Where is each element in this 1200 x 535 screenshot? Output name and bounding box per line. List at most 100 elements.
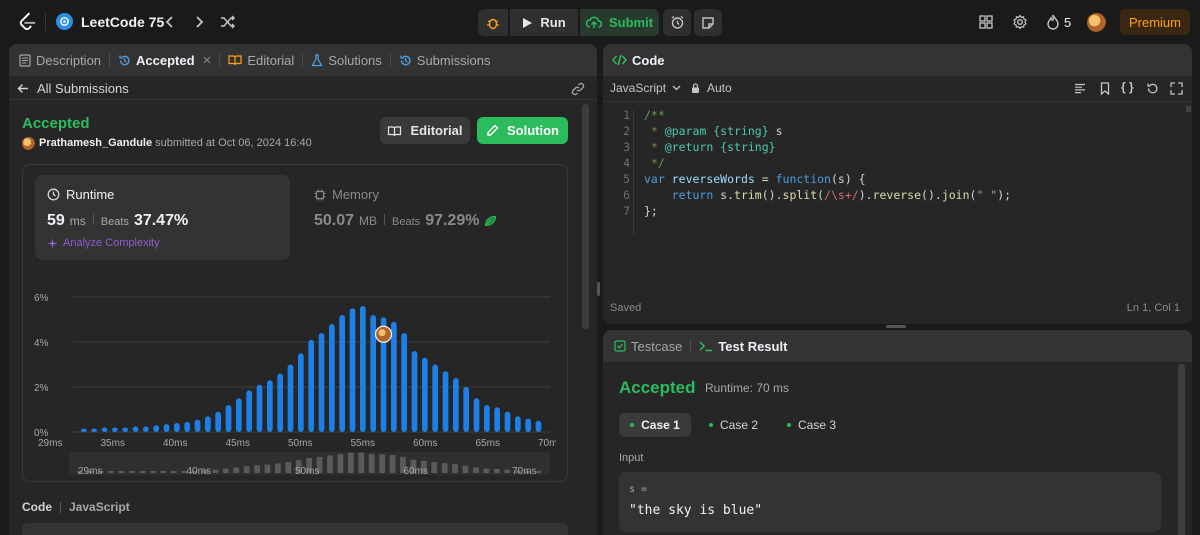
editorial-button[interactable]: Editorial	[380, 117, 470, 144]
runtime-beats: 37.47%	[133, 212, 189, 229]
histogram-bar[interactable]	[153, 425, 160, 432]
histogram-bar[interactable]	[308, 339, 315, 432]
histogram-bar[interactable]	[411, 351, 418, 432]
input-box	[619, 472, 1161, 532]
navigator-tick-label: 70ms	[512, 466, 536, 477]
run-button[interactable]: Run	[510, 9, 578, 36]
language-select[interactable]: JavaScript	[610, 81, 681, 95]
histogram-bar[interactable]	[91, 428, 98, 432]
user-avatar[interactable]	[22, 137, 35, 150]
case-2-tab[interactable]: Case 2	[709, 413, 769, 437]
histogram-bar[interactable]	[515, 416, 521, 432]
notes-button[interactable]	[694, 9, 722, 36]
histogram-bar[interactable]	[246, 390, 253, 432]
editor-scrollbar[interactable]	[1186, 106, 1191, 112]
submit-button[interactable]: Submit	[580, 9, 659, 36]
study-plan-title[interactable]: LeetCode 75	[81, 14, 164, 30]
random-question-button[interactable]	[217, 11, 239, 33]
username-link[interactable]: Prathamesh_Gandule	[39, 137, 152, 149]
histogram-bar[interactable]	[205, 416, 211, 432]
histogram-bar[interactable]	[225, 405, 232, 432]
settings-button[interactable]	[1011, 13, 1029, 31]
case-3-tab[interactable]: Case 3	[787, 413, 847, 437]
histogram-bar[interactable]	[194, 419, 201, 432]
histogram-bar[interactable]	[329, 324, 335, 432]
premium-button[interactable]: Premium	[1120, 9, 1190, 35]
histogram-bar[interactable]	[287, 364, 294, 433]
histogram-bar[interactable]	[484, 405, 490, 432]
histogram-bar[interactable]	[401, 333, 408, 432]
analyze-complexity-link[interactable]: Analyze Complexity	[47, 237, 160, 249]
layout-button[interactable]	[977, 13, 995, 31]
histogram-bar[interactable]	[463, 387, 470, 432]
histogram-bar[interactable]	[494, 407, 501, 432]
left-panel-scrollbar[interactable]	[582, 104, 589, 329]
histogram-bar[interactable]	[267, 380, 273, 432]
tab-test-result[interactable]: Test Result	[699, 339, 787, 354]
histogram-bar[interactable]	[360, 306, 366, 432]
tab-description[interactable]: Description	[19, 53, 101, 68]
tab-testcase[interactable]: Testcase	[614, 339, 682, 354]
vertical-resize-handle[interactable]	[597, 282, 600, 296]
histogram-bar[interactable]	[422, 357, 428, 432]
histogram-bar[interactable]	[442, 371, 449, 432]
autocomplete-mode[interactable]: Auto	[691, 81, 732, 95]
bookmark-icon[interactable]	[1100, 82, 1110, 95]
fullscreen-icon[interactable]	[1170, 82, 1183, 95]
case-1-tab[interactable]: Case 1	[619, 413, 691, 437]
timer-button[interactable]	[663, 9, 691, 36]
histogram-bar[interactable]	[391, 321, 397, 432]
close-icon[interactable]: ×	[203, 52, 212, 69]
tab-submissions[interactable]: Submissions	[399, 53, 490, 68]
tab-accepted[interactable]: Accepted ×	[118, 52, 211, 69]
tab-solutions[interactable]: Solutions	[311, 53, 382, 68]
histogram-bar[interactable]	[349, 308, 356, 432]
histogram-bar[interactable]	[504, 411, 511, 432]
histogram-bar[interactable]	[163, 424, 170, 432]
navigator-bar	[379, 454, 385, 473]
code-tab[interactable]: Code	[612, 53, 665, 68]
user-avatar[interactable]	[1087, 13, 1106, 32]
input-value: "the sky is blue"	[629, 503, 763, 518]
histogram-bar[interactable]	[432, 364, 439, 433]
study-plan-icon[interactable]	[56, 13, 73, 30]
histogram-bar[interactable]	[318, 333, 325, 432]
histogram-bar[interactable]	[236, 398, 242, 432]
histogram-bar[interactable]	[143, 426, 149, 432]
braces-icon[interactable]: { }	[1121, 80, 1134, 94]
histogram-bar[interactable]	[184, 421, 191, 432]
histogram-bar[interactable]	[339, 315, 346, 432]
histogram-bar[interactable]	[277, 373, 284, 433]
format-icon[interactable]	[1074, 83, 1086, 94]
chip-icon	[314, 189, 326, 200]
histogram-bar[interactable]	[112, 427, 118, 433]
histogram-bar[interactable]	[525, 418, 532, 433]
all-submissions-link[interactable]: All Submissions	[17, 81, 129, 96]
streak-button[interactable]	[1044, 13, 1062, 31]
case-label: Case 1	[641, 418, 680, 432]
leetcode-logo-icon[interactable]	[16, 11, 38, 33]
runtime-distribution-chart[interactable]: 0%2%4%6%29ms 35ms 40ms 45ms 50ms 55ms 60ms 65ms…	[26, 268, 556, 478]
horizontal-resize-handle[interactable]	[886, 325, 906, 328]
histogram-bar[interactable]	[215, 411, 222, 432]
histogram-bar[interactable]	[132, 426, 139, 432]
tab-editorial[interactable]: Editorial	[228, 53, 294, 68]
memory-header[interactable]: Memory	[314, 187, 379, 202]
histogram-bar[interactable]	[81, 428, 87, 432]
next-question-button[interactable]	[188, 11, 210, 33]
reset-icon[interactable]	[1146, 82, 1159, 95]
streak-count: 5	[1064, 15, 1072, 30]
histogram-bar[interactable]	[101, 427, 108, 433]
histogram-bar[interactable]	[122, 427, 129, 433]
console-scrollbar[interactable]	[1178, 364, 1185, 535]
histogram-bar[interactable]	[298, 353, 304, 432]
solution-button[interactable]: Solution	[477, 117, 568, 144]
prev-question-button[interactable]	[159, 11, 181, 33]
histogram-bar[interactable]	[256, 384, 263, 432]
histogram-bar[interactable]	[535, 420, 542, 432]
link-icon[interactable]	[571, 82, 585, 96]
debugger-button[interactable]	[478, 9, 508, 36]
histogram-bar[interactable]	[174, 423, 180, 432]
histogram-bar[interactable]	[473, 398, 480, 432]
histogram-bar[interactable]	[453, 378, 459, 432]
